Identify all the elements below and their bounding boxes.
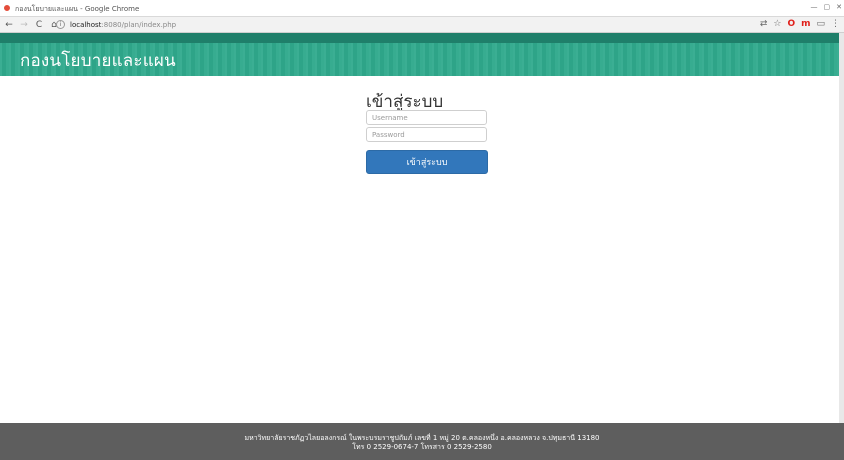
url-host: localhost bbox=[70, 20, 102, 29]
footer-contact: โทร 0 2529-0674-7 โทรสาร 0 2529-2580 bbox=[352, 443, 492, 451]
extension-icons: ⇄ ☆ O m ▭ ⋮ bbox=[760, 19, 840, 29]
footer: มหาวิทยาลัยราชภัฏวไลยอลงกรณ์ ในพระบรมราช… bbox=[0, 423, 844, 460]
reload-icon[interactable]: C bbox=[33, 18, 45, 32]
menu-icon[interactable]: ⋮ bbox=[831, 19, 840, 29]
translate-icon[interactable]: ⇄ bbox=[760, 19, 768, 29]
minimize-icon[interactable]: — bbox=[811, 3, 818, 11]
window-controls: — ▢ ✕ bbox=[811, 3, 843, 11]
window-titlebar: กองนโยบายและแผน - Google Chrome — ▢ ✕ bbox=[0, 0, 844, 17]
close-icon[interactable]: ✕ bbox=[836, 3, 842, 11]
chrome-favicon-icon bbox=[3, 4, 11, 12]
password-input[interactable] bbox=[366, 127, 487, 142]
window-title: กองนโยบายและแผน - Google Chrome bbox=[15, 5, 140, 13]
back-icon[interactable]: ← bbox=[3, 18, 15, 32]
m-extension-icon[interactable]: m bbox=[801, 19, 810, 29]
cast-icon[interactable]: ▭ bbox=[816, 19, 825, 29]
login-button[interactable]: เข้าสู่ระบบ bbox=[366, 150, 488, 174]
app-title: กองนโยบายและแผน bbox=[20, 51, 176, 71]
browser-toolbar: ← → C ⌂ i localhost :8080/plan/index.php… bbox=[0, 17, 844, 33]
info-icon[interactable]: i bbox=[56, 20, 65, 29]
opera-icon[interactable]: O bbox=[787, 19, 795, 29]
url-path: :8080/plan/index.php bbox=[101, 20, 177, 29]
username-input[interactable] bbox=[366, 110, 487, 125]
forward-icon[interactable]: → bbox=[18, 18, 30, 32]
address-bar[interactable]: i localhost :8080/plan/index.php bbox=[56, 19, 736, 30]
bookmark-star-icon[interactable]: ☆ bbox=[773, 19, 781, 29]
app-header: กองนโยบายและแผน bbox=[0, 33, 844, 76]
maximize-icon[interactable]: ▢ bbox=[824, 3, 831, 11]
page-scrollbar[interactable] bbox=[839, 33, 844, 423]
